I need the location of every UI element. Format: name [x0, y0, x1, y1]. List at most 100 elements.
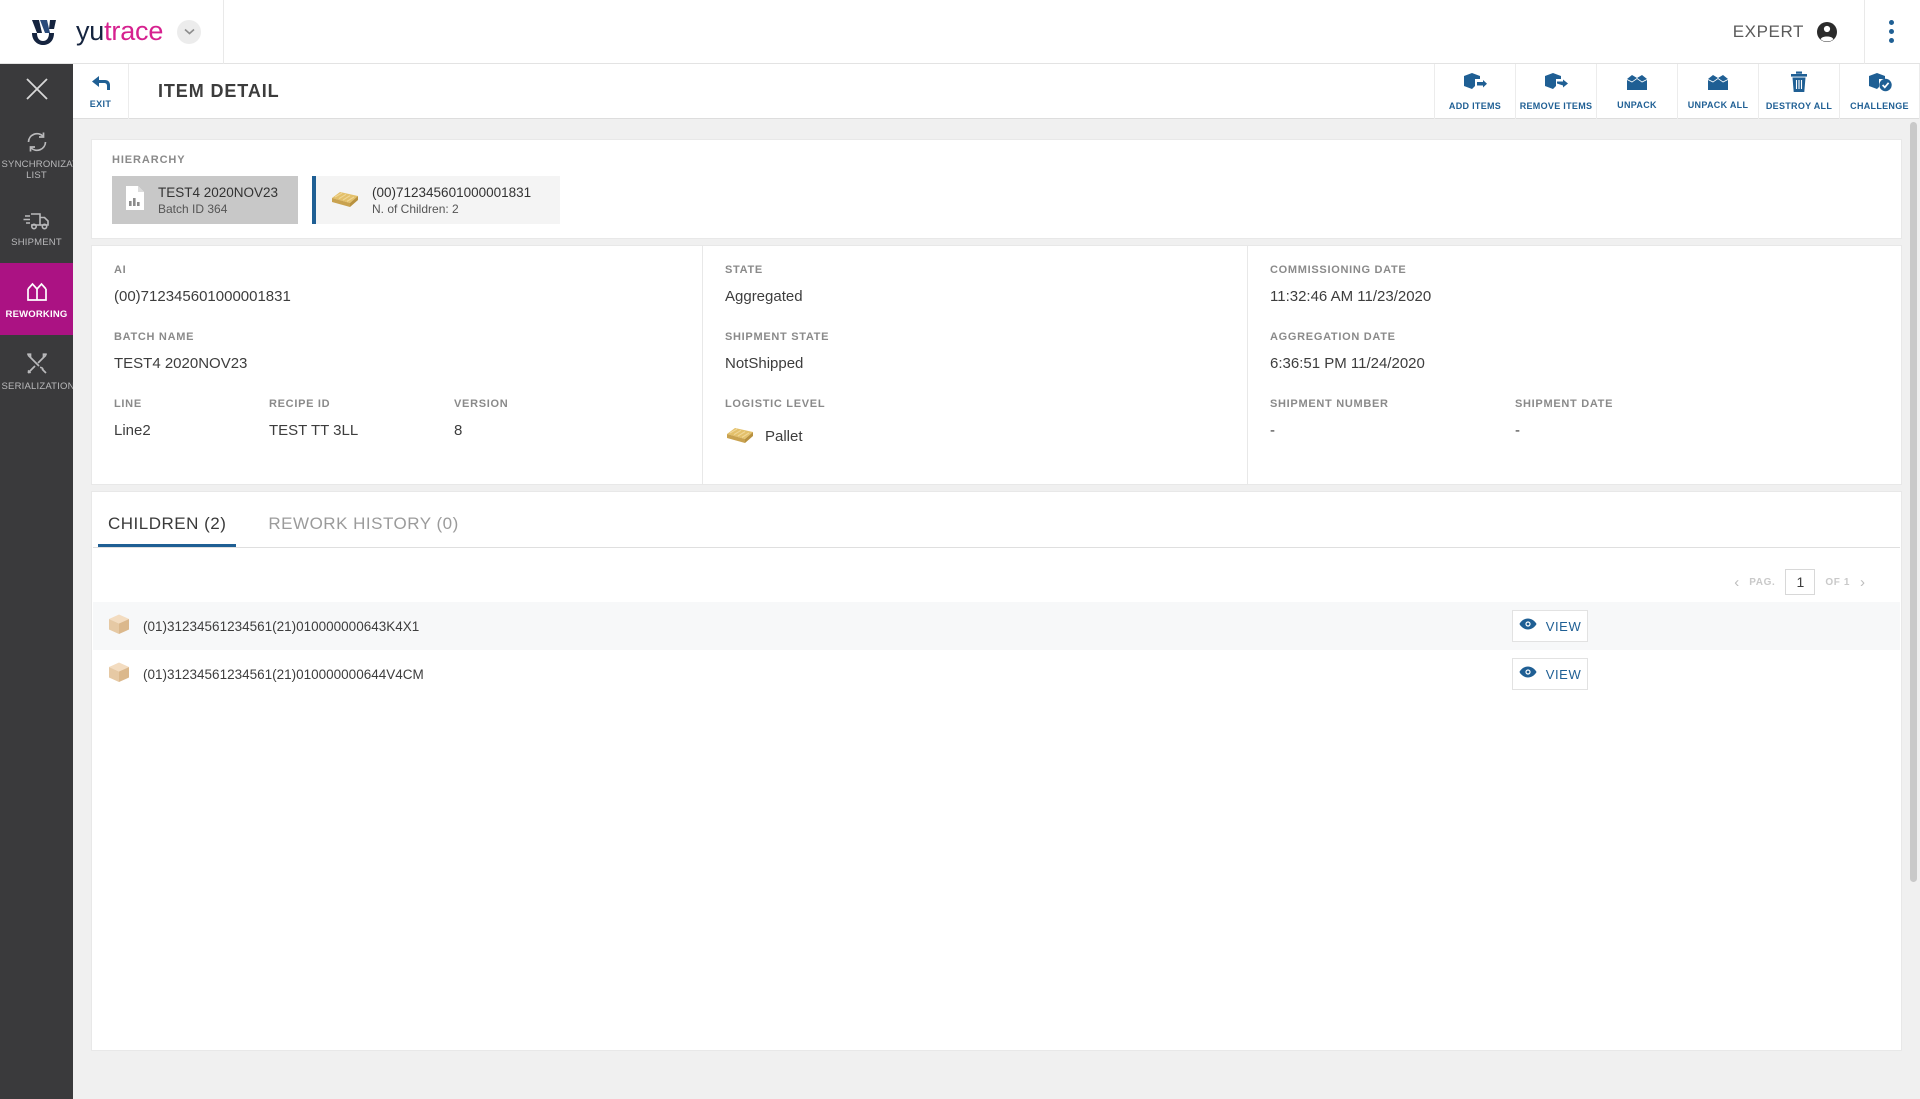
field-batch-name: BATCH NAME TEST4 2020NOV23: [114, 331, 702, 372]
challenge-button[interactable]: CHALLENGE: [1839, 63, 1920, 119]
field-label: BATCH NAME: [114, 331, 195, 343]
remove-items-button[interactable]: REMOVE ITEMS: [1515, 63, 1596, 119]
table-row[interactable]: (01)31234561234561(21)010000000644V4CM V…: [93, 650, 1900, 698]
child-code: (01)31234561234561(21)010000000643K4X1: [143, 618, 420, 634]
pagination-page-word: PAG.: [1749, 576, 1776, 588]
header-right-zone: EXPERT: [1733, 0, 1920, 64]
hierarchy-breadcrumb: TEST4 2020NOV23 Batch ID 364 (00)7123456…: [112, 176, 1881, 224]
hierarchy-node-pallet[interactable]: (00)712345601000001831 N. of Children: 2: [312, 176, 560, 224]
trash-icon: [1789, 71, 1809, 98]
field-value: -: [1515, 422, 1520, 439]
children-panel: CHILDREN (2) REWORK HISTORY (0) ‹ PAG. 1…: [91, 491, 1902, 1051]
field-value: 11:32:46 AM 11/23/2020: [1270, 288, 1432, 305]
table-row[interactable]: (01)31234561234561(21)010000000643K4X1 V…: [93, 602, 1900, 650]
hierarchy-node-text: (00)712345601000001831 N. of Children: 2: [372, 184, 531, 217]
pagination-total-pages: OF 1: [1825, 576, 1850, 588]
detail-column-state: STATE Aggregated SHIPMENT STATE NotShipp…: [702, 246, 1247, 484]
child-code: (01)31234561234561(21)010000000644V4CM: [143, 666, 424, 682]
tool-label: REMOVE ITEMS: [1519, 101, 1593, 111]
page-scrollbar[interactable]: [1909, 122, 1918, 1096]
field-label: SHIPMENT STATE: [725, 331, 830, 343]
hierarchy-node-title: (00)712345601000001831: [372, 184, 532, 200]
view-button[interactable]: VIEW: [1512, 610, 1588, 642]
tool-label: UNPACK: [1617, 100, 1657, 110]
add-items-button[interactable]: ADD ITEMS: [1434, 63, 1515, 119]
field-label: STATE: [725, 264, 763, 276]
tool-label: CHALLENGE: [1850, 101, 1909, 111]
field-value: TEST TT 3LL: [269, 422, 359, 439]
view-label: VIEW: [1545, 618, 1582, 634]
tab-children[interactable]: CHILDREN (2): [98, 514, 237, 547]
action-toolbar: ADD ITEMS REMOVE ITEMS UNPACK UNPACK ALL…: [1434, 63, 1920, 119]
item-detail-card: AI (00)712345601000001831 BATCH NAME TES…: [91, 245, 1902, 485]
box-check-icon: [1867, 71, 1893, 98]
sidebar-item-shipment[interactable]: SHIPMENT: [0, 191, 73, 263]
field-value: TEST4 2020NOV23: [114, 355, 248, 372]
hierarchy-section-label: HIERARCHY: [112, 154, 186, 166]
eye-icon: [1519, 617, 1537, 635]
tool-label: UNPACK ALL: [1687, 100, 1749, 110]
more-options-button[interactable]: [1864, 0, 1920, 64]
hierarchy-node-subtitle: Batch ID 364: [158, 201, 228, 216]
unpack-button[interactable]: UNPACK: [1596, 63, 1677, 119]
hierarchy-node-batch[interactable]: TEST4 2020NOV23 Batch ID 364: [112, 176, 298, 224]
field-label: AI: [114, 264, 127, 276]
expert-mode-label: EXPERT: [1732, 21, 1804, 41]
exit-button[interactable]: EXIT: [73, 63, 129, 119]
pagination-current-page[interactable]: 1: [1785, 569, 1816, 595]
panel-tabs: CHILDREN (2) REWORK HISTORY (0): [93, 492, 1900, 548]
sidebar-close-button[interactable]: [0, 64, 73, 119]
field-value: Pallet: [765, 427, 803, 445]
sidebar-item-synchronization-list[interactable]: SYNCHRONIZATION LIST: [0, 119, 95, 191]
sidebar-item-reworking[interactable]: REWORKING: [0, 263, 73, 335]
chevron-down-icon[interactable]: [177, 19, 202, 44]
sidebar-item-label: SHIPMENT: [11, 236, 62, 248]
view-button[interactable]: VIEW: [1512, 658, 1588, 690]
yutrace-logo-icon: [28, 16, 62, 48]
field-shipment-date: SHIPMENT DATE -: [1515, 398, 1760, 439]
field-ai: AI (00)712345601000001831: [114, 264, 702, 305]
vertical-scroll-thumb[interactable]: [1910, 122, 1917, 882]
field-label: SHIPMENT DATE: [1515, 398, 1614, 410]
brand-zone[interactable]: yutrace: [0, 0, 225, 64]
field-shipment-state: SHIPMENT STATE NotShipped: [725, 331, 1247, 372]
field-label: VERSION: [454, 398, 509, 410]
tools-icon: [24, 351, 50, 377]
detail-column-dates: COMMISSIONING DATE 11:32:46 AM 11/23/202…: [1247, 246, 1901, 484]
field-label: COMMISSIONING DATE: [1270, 264, 1407, 276]
exit-arrow-icon: [91, 74, 111, 97]
field-commissioning-date: COMMISSIONING DATE 11:32:46 AM 11/23/202…: [1270, 264, 1901, 305]
field-label: SHIPMENT NUMBER: [1270, 398, 1389, 410]
field-version: VERSION 8: [454, 398, 609, 439]
pallet-icon: [725, 422, 755, 450]
detail-subrow-production: LINE Line2 RECIPE ID TEST TT 3LL VERSION…: [114, 398, 702, 439]
tab-rework-history[interactable]: REWORK HISTORY (0): [258, 514, 468, 547]
more-vertical-icon: [1889, 20, 1894, 43]
view-label: VIEW: [1545, 666, 1582, 682]
chevron-left-icon[interactable]: ‹: [1734, 574, 1739, 591]
eye-icon: [1519, 665, 1537, 683]
detail-subrow-shipment: SHIPMENT NUMBER - SHIPMENT DATE -: [1270, 398, 1901, 439]
account-circle-icon[interactable]: [1816, 21, 1838, 43]
close-icon: [24, 76, 50, 107]
box-icon: [107, 660, 131, 689]
hierarchy-node-subtitle: N. of Children: 2: [372, 201, 459, 216]
unpack-all-icon: [1705, 72, 1731, 97]
box-icon: [107, 612, 131, 641]
chevron-right-icon[interactable]: ›: [1860, 574, 1865, 591]
pagination: ‹ PAG. 1 OF 1 ›: [92, 548, 1901, 602]
unpack-icon: [1624, 72, 1650, 97]
hierarchy-node-text: TEST4 2020NOV23 Batch ID 364: [158, 184, 278, 217]
field-label: AGGREGATION DATE: [1270, 331, 1396, 343]
sidebar-item-label: REWORKING: [5, 308, 68, 320]
destroy-all-button[interactable]: DESTROY ALL: [1758, 63, 1839, 119]
unpack-all-button[interactable]: UNPACK ALL: [1677, 63, 1758, 119]
truck-icon: [23, 207, 51, 233]
sidebar-item-label: SERIALIZATION: [1, 380, 75, 392]
field-aggregation-date: AGGREGATION DATE 6:36:51 PM 11/24/2020: [1270, 331, 1901, 372]
open-box-icon: [23, 279, 51, 305]
sidebar-item-serialization[interactable]: SERIALIZATION: [0, 335, 75, 407]
field-line: LINE Line2: [114, 398, 269, 439]
field-shipment-number: SHIPMENT NUMBER -: [1270, 398, 1515, 439]
pallet-icon: [330, 186, 360, 215]
